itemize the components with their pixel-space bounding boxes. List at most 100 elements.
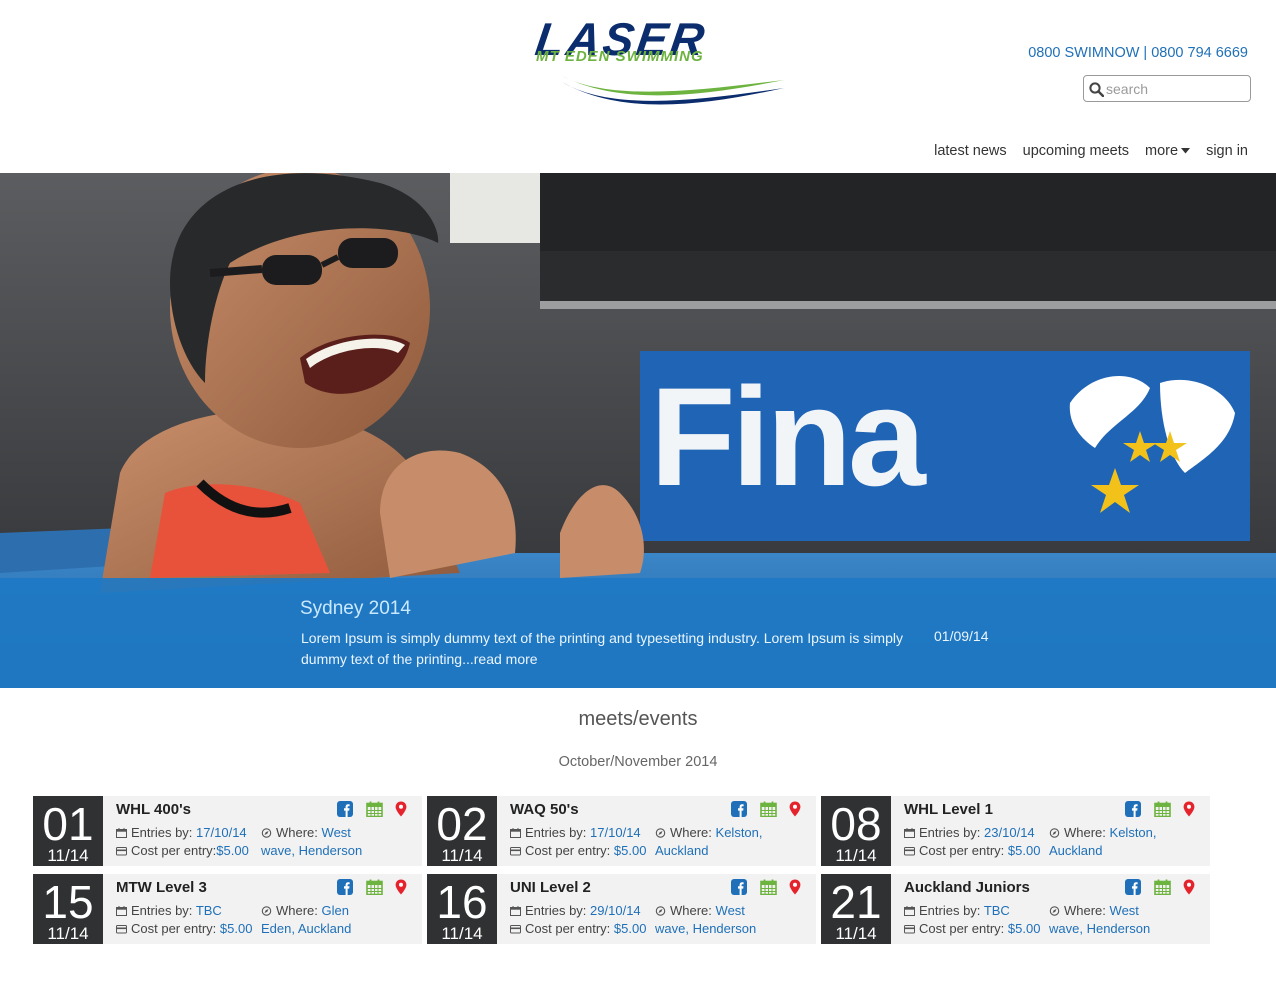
nav-upcoming-meets[interactable]: upcoming meets bbox=[1023, 143, 1129, 159]
where-value-line1[interactable]: West bbox=[1110, 903, 1139, 918]
where-label: Where: bbox=[276, 825, 318, 840]
meet-location: Where: West wave, Henderson bbox=[261, 824, 391, 860]
meet-entries: Entries by: 29/10/14 bbox=[510, 903, 641, 918]
map-pin-icon bbox=[789, 879, 801, 895]
share-facebook-button[interactable] bbox=[337, 879, 356, 895]
meet-card[interactable]: 01 11/14 WHL 400's Entries by: 17/10/14 Cost… bbox=[33, 796, 422, 866]
compass-icon bbox=[655, 906, 666, 916]
meet-card[interactable]: 08 11/14 WHL Level 1 Entries by: 23/10/14 Co… bbox=[821, 796, 1210, 866]
search-box[interactable] bbox=[1083, 75, 1251, 102]
credit-card-icon bbox=[116, 925, 127, 934]
where-value-line1[interactable]: West bbox=[322, 825, 351, 840]
where-value-line1[interactable]: Kelston, bbox=[1110, 825, 1157, 840]
add-to-calendar-button[interactable] bbox=[1154, 801, 1173, 818]
add-to-calendar-button[interactable] bbox=[366, 879, 385, 896]
meet-card[interactable]: 21 11/14 Auckland Juniors Entries by: TBC Co… bbox=[821, 874, 1210, 944]
where-value-line2[interactable]: Auckland bbox=[1049, 843, 1102, 858]
where-value-line2[interactable]: wave, Henderson bbox=[261, 843, 362, 858]
calendar-small-icon bbox=[116, 906, 127, 916]
where-value-line2[interactable]: Auckland bbox=[655, 843, 708, 858]
share-facebook-button[interactable] bbox=[731, 879, 750, 895]
meet-actions bbox=[731, 879, 808, 896]
entries-value: 17/10/14 bbox=[196, 825, 247, 840]
meet-actions bbox=[1125, 879, 1202, 896]
where-value-line1[interactable]: West bbox=[716, 903, 745, 918]
meet-card[interactable]: 02 11/14 WAQ 50's Entries by: 17/10/14 Cost … bbox=[427, 796, 816, 866]
meet-date-badge: 08 11/14 bbox=[821, 796, 891, 866]
hero-title[interactable]: Sydney 2014 bbox=[300, 598, 411, 620]
meet-name[interactable]: WAQ 50's bbox=[510, 801, 579, 818]
share-facebook-button[interactable] bbox=[337, 801, 356, 817]
map-pin-icon bbox=[395, 879, 407, 895]
add-to-calendar-button[interactable] bbox=[366, 801, 385, 818]
cost-label: Cost per entry: bbox=[919, 843, 1005, 858]
calendar-icon bbox=[1154, 801, 1171, 818]
entries-value: 23/10/14 bbox=[984, 825, 1035, 840]
add-to-calendar-button[interactable] bbox=[760, 801, 779, 818]
where-label: Where: bbox=[276, 903, 318, 918]
where-label: Where: bbox=[670, 825, 712, 840]
credit-card-icon bbox=[510, 847, 521, 856]
cost-label: Cost per entry: bbox=[131, 843, 217, 858]
compass-icon bbox=[261, 906, 272, 916]
entries-value: 29/10/14 bbox=[590, 903, 641, 918]
meet-name[interactable]: UNI Level 2 bbox=[510, 879, 591, 896]
credit-card-icon bbox=[116, 847, 127, 856]
show-on-map-button[interactable] bbox=[395, 879, 414, 895]
where-value-line1[interactable]: Kelston, bbox=[716, 825, 763, 840]
cost-value: $5.00 bbox=[216, 843, 249, 858]
share-facebook-button[interactable] bbox=[1125, 879, 1144, 895]
where-value-line2[interactable]: Eden, Auckland bbox=[261, 921, 351, 936]
add-to-calendar-button[interactable] bbox=[1154, 879, 1173, 896]
compass-icon bbox=[1049, 828, 1060, 838]
where-label: Where: bbox=[670, 903, 712, 918]
show-on-map-button[interactable] bbox=[1183, 801, 1202, 817]
meet-name[interactable]: MTW Level 3 bbox=[116, 879, 207, 896]
share-facebook-button[interactable] bbox=[1125, 801, 1144, 817]
share-facebook-button[interactable] bbox=[731, 801, 750, 817]
nav-latest-news[interactable]: latest news bbox=[934, 143, 1007, 159]
entries-label: Entries by: bbox=[919, 825, 981, 840]
show-on-map-button[interactable] bbox=[789, 801, 808, 817]
nav-more-dropdown[interactable]: more bbox=[1145, 143, 1191, 159]
compass-icon bbox=[1049, 906, 1060, 916]
meet-name[interactable]: Auckland Juniors bbox=[904, 879, 1030, 896]
cost-label: Cost per entry: bbox=[525, 843, 611, 858]
site-logo[interactable]: LASER MT EDEN SWIMMING bbox=[532, 12, 786, 112]
show-on-map-button[interactable] bbox=[789, 879, 808, 895]
meet-cost: Cost per entry:$5.00 bbox=[116, 843, 249, 858]
facebook-icon bbox=[337, 879, 353, 895]
meet-card[interactable]: 16 11/14 UNI Level 2 Entries by: 29/10/14 Co… bbox=[427, 874, 816, 944]
credit-card-icon bbox=[510, 925, 521, 934]
meet-name[interactable]: WHL Level 1 bbox=[904, 801, 993, 818]
compass-icon bbox=[261, 828, 272, 838]
meet-date-badge: 01 11/14 bbox=[33, 796, 103, 866]
meet-card[interactable]: 15 11/14 MTW Level 3 Entries by: TBC Cost pe… bbox=[33, 874, 422, 944]
contact-phone[interactable]: 0800 SWIMNOW | 0800 794 6669 bbox=[1028, 45, 1248, 61]
hero-text[interactable]: Lorem Ipsum is simply dummy text of the … bbox=[301, 628, 921, 670]
entries-label: Entries by: bbox=[525, 825, 587, 840]
where-value-line1[interactable]: Glen bbox=[322, 903, 349, 918]
cost-value: $5.00 bbox=[613, 921, 647, 936]
entries-value: TBC bbox=[983, 903, 1010, 918]
meet-entries: Entries by: 23/10/14 bbox=[904, 825, 1035, 840]
search-input[interactable] bbox=[1106, 79, 1246, 99]
nav-sign-in[interactable]: sign in bbox=[1206, 143, 1248, 159]
meet-entries: Entries by: 17/10/14 bbox=[510, 825, 641, 840]
show-on-map-button[interactable] bbox=[395, 801, 414, 817]
where-label: Where: bbox=[1064, 825, 1106, 840]
meet-name[interactable]: WHL 400's bbox=[116, 801, 191, 818]
calendar-icon bbox=[366, 879, 383, 896]
where-value-line2[interactable]: wave, Henderson bbox=[655, 921, 756, 936]
search-icon bbox=[1089, 82, 1104, 97]
add-to-calendar-button[interactable] bbox=[760, 879, 779, 896]
meet-date-badge: 02 11/14 bbox=[427, 796, 497, 866]
meet-day: 16 bbox=[436, 876, 488, 928]
where-value-line2[interactable]: wave, Henderson bbox=[1049, 921, 1150, 936]
meet-cost: Cost per entry: $5.00 bbox=[510, 843, 646, 858]
show-on-map-button[interactable] bbox=[1183, 879, 1202, 895]
logo-subtitle: MT EDEN SWIMMING bbox=[536, 48, 704, 65]
calendar-small-icon bbox=[116, 828, 127, 838]
facebook-icon bbox=[731, 801, 747, 817]
calendar-small-icon bbox=[510, 828, 521, 838]
